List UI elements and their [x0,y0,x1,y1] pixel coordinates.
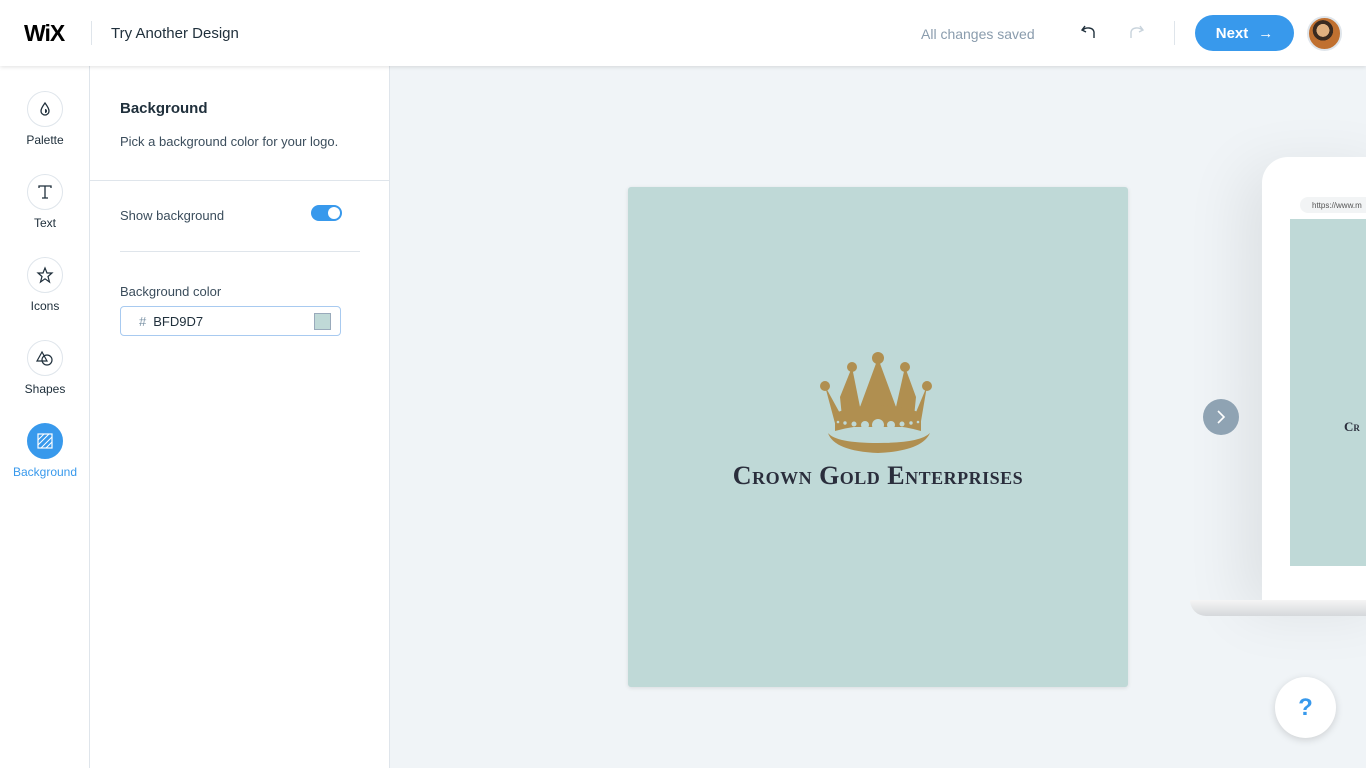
rail-label: Background [12,465,78,479]
mockup-screen: Cr [1290,219,1366,566]
mockup-brand: Cr [1344,419,1360,434]
help-button[interactable]: ? [1275,677,1336,738]
background-icon [37,433,53,449]
color-value: BFD9D7 [153,313,204,329]
rail-label: Icons [30,299,60,313]
background-color-label: Background color [120,284,222,299]
rail-label: Palette [26,133,64,147]
divider [1174,21,1175,45]
avatar[interactable] [1307,16,1342,51]
redo-icon[interactable] [1126,22,1146,42]
text-icon [38,185,52,199]
brand-name: Crown Gold Enterprises [732,461,1024,490]
show-background-toggle[interactable] [311,205,342,221]
try-another-design-link[interactable]: Try Another Design [111,25,239,42]
background-panel: Background Pick a background color for y… [90,66,390,768]
rail-item-background[interactable]: Background [0,423,90,479]
logo-preview-card: Crown Gold Enterprises [628,187,1128,687]
laptop-mockup-preview[interactable]: https://www.m Cr [1262,157,1366,602]
hash-symbol: # [139,313,147,329]
background-color-input[interactable]: # BFD9D7 [120,306,341,336]
chevron-right-icon [1217,410,1226,424]
browser-url: https://www.m [1300,197,1366,213]
save-status: All changes saved [921,26,1035,42]
rail-item-icons[interactable]: Icons [0,257,90,313]
undo-icon[interactable] [1079,22,1099,42]
rail-label: Text [33,216,56,230]
divider [90,180,390,181]
next-button[interactable]: Next → [1195,15,1294,51]
rail-item-text[interactable]: Text [0,174,90,230]
rail-item-shapes[interactable]: Shapes [0,340,90,396]
rail-item-palette[interactable]: Palette [0,91,90,147]
divider [120,251,360,252]
wix-logo[interactable]: WiX [24,20,65,47]
star-icon [36,266,54,284]
color-swatch[interactable] [314,313,331,330]
top-bar: WiX Try Another Design All changes saved… [0,0,1366,66]
arrow-right-icon: → [1258,24,1274,42]
panel-description: Pick a background color for your logo. [120,134,339,149]
left-rail: Palette Text Icons Shapes Background [0,66,90,768]
next-preview-button[interactable] [1203,399,1239,435]
laptop-base [1190,600,1366,616]
show-background-label: Show background [120,208,225,223]
rail-label: Shapes [24,382,66,396]
shapes-icon [35,350,53,366]
crown-icon [820,352,932,453]
divider [91,21,92,45]
next-label: Next [1215,24,1249,42]
panel-title: Background [120,100,208,117]
drop-icon [40,101,50,116]
